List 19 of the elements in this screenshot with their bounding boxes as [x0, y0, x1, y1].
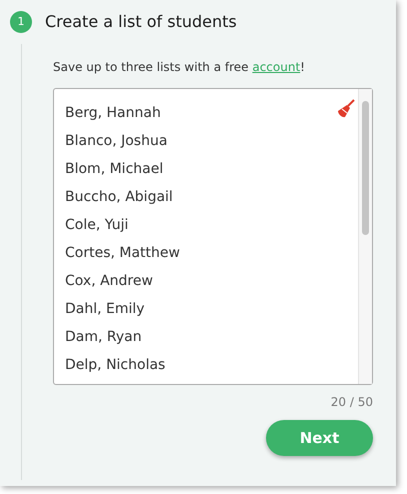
- student-list-field[interactable]: Berg, Hannah Blanco, Joshua Blom, Michael Buccho, Abigail Cole, Yuji Cortes, Matthew Cox, Andrew Dahl, Emily Dam, Ryan Delp, Nicholas: [53, 88, 373, 385]
- student-counter: 20 / 50: [330, 394, 373, 411]
- scrollbar-thumb[interactable]: [362, 101, 369, 235]
- student-name: Cox, Andrew: [65, 272, 153, 291]
- student-name: Blom, Michael: [65, 160, 164, 179]
- student-name: Delp, Nicholas: [65, 356, 166, 375]
- student-name: Dam, Ryan: [65, 328, 142, 347]
- broom-icon[interactable]: [336, 99, 356, 119]
- student-name: Cortes, Matthew: [65, 244, 180, 263]
- next-button[interactable]: Next: [266, 420, 373, 456]
- student-name: Dahl, Emily: [65, 300, 145, 319]
- save-note: Save up to three lists with a free account!: [53, 59, 306, 76]
- step-number: 1: [10, 11, 32, 33]
- account-link[interactable]: account: [252, 60, 300, 74]
- step-title: Create a list of students: [45, 11, 237, 33]
- student-name: Berg, Hannah: [65, 104, 161, 123]
- student-name: Cole, Yuji: [65, 216, 128, 235]
- student-name: Blanco, Joshua: [65, 132, 168, 151]
- student-name: Buccho, Abigail: [65, 188, 173, 207]
